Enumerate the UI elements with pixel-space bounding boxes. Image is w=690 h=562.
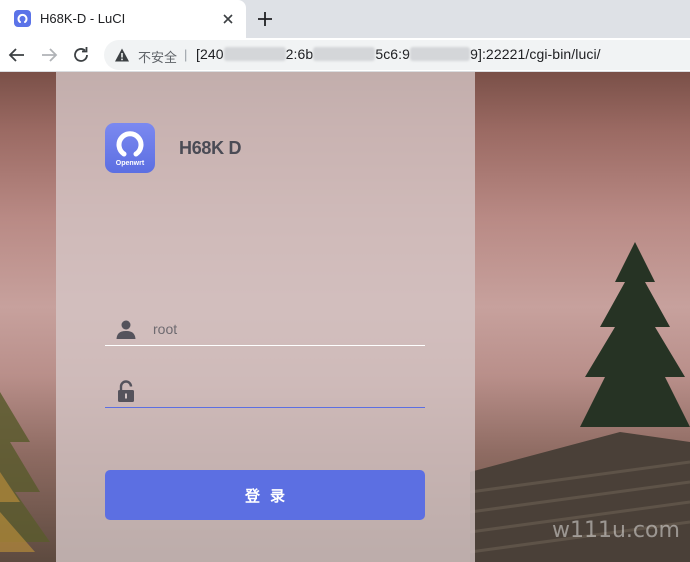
redacted-segment (313, 47, 376, 61)
tab-strip: H68K-D - LuCI (0, 0, 690, 38)
forward-arrow-icon[interactable] (38, 44, 60, 66)
url-segment: 9]:22221/cgi-bin/luci/ (470, 46, 601, 62)
background-pine-tree-image (580, 242, 690, 427)
new-tab-plus-icon[interactable] (254, 8, 276, 30)
tab-title: H68K-D - LuCI (40, 11, 126, 26)
redacted-segment (223, 47, 286, 61)
openwrt-favicon-icon (14, 10, 31, 27)
browser-toolbar: 不安全 | [240 2:6b 5c6:9 9]:22221/cgi-bin/luci… (0, 38, 690, 72)
warning-triangle-icon[interactable] (114, 47, 130, 63)
url-segment: [240 (196, 46, 224, 62)
openwrt-logo-icon: Openwrt (105, 123, 155, 173)
url-segment: 5c6:9 (375, 46, 411, 62)
unlocked-padlock-icon (115, 380, 137, 402)
password-input[interactable] (153, 380, 413, 402)
address-bar[interactable]: 不安全 | [240 2:6b 5c6:9 9]:22221/cgi-bin/luci… (104, 40, 690, 70)
browser-tab[interactable]: H68K-D - LuCI (0, 0, 246, 38)
not-secure-label[interactable]: 不安全 (138, 47, 177, 66)
close-tab-icon[interactable] (218, 9, 238, 29)
login-page: Openwrt H68K D 登录 w111u.com (0, 72, 690, 562)
login-panel: Openwrt H68K D 登录 (56, 72, 475, 562)
url-separator: | (184, 47, 188, 62)
username-field[interactable] (105, 312, 425, 346)
logo-label: Openwrt (115, 160, 145, 167)
user-icon (115, 318, 137, 340)
watermark-text: w111u.com (552, 518, 680, 543)
password-field[interactable] (105, 374, 425, 408)
background-tree-image (0, 392, 50, 552)
url-text[interactable]: [240 2:6b 5c6:9 9]:22221/cgi-bin/luci/ (196, 46, 601, 62)
url-segment: 2:6b (285, 46, 314, 62)
back-arrow-icon[interactable] (6, 44, 28, 66)
login-button[interactable]: 登录 (105, 470, 425, 520)
hostname-title: H68K D (179, 138, 242, 158)
redacted-segment (410, 47, 471, 61)
username-input[interactable] (153, 318, 413, 340)
reload-icon[interactable] (70, 44, 92, 66)
